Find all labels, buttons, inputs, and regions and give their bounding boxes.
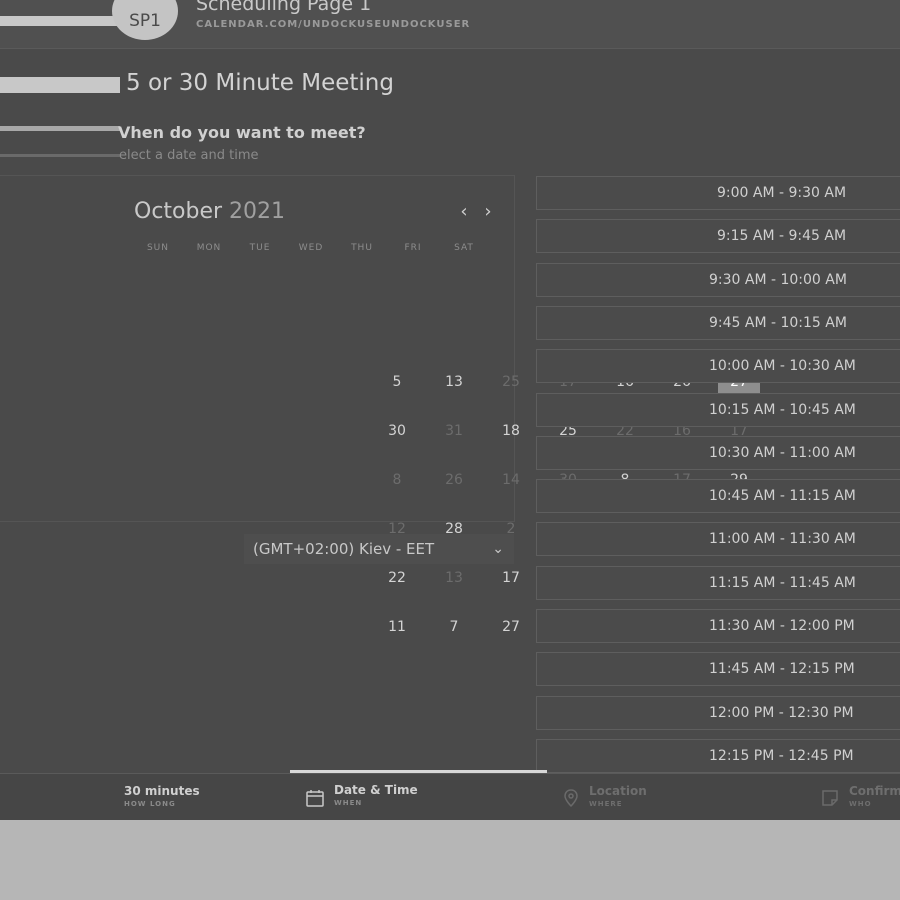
weekday-label: FRI [404,243,422,253]
calendar-day[interactable]: 7 [433,609,475,645]
month-name: October [134,199,223,224]
weekday-label: SAT [454,243,474,253]
time-slot-button[interactable]: 12:15 PM - 12:45 PM [536,739,900,773]
time-slot-button[interactable]: 9:15 AM - 9:45 AM [536,219,900,253]
calendar-day: 26 [445,472,463,488]
chevron-left-icon: ‹ [460,201,468,222]
time-slot-button[interactable]: 9:45 AM - 10:15 AM [536,306,900,340]
calendar-day[interactable]: 18 [490,413,532,449]
calendar-day[interactable]: 11 [376,609,418,645]
note-icon [822,790,838,806]
calendar-day: 13 [445,570,463,586]
step-sublabel: WHO [849,800,872,808]
calendar-icon [306,790,324,807]
step-date-time[interactable]: Date & Time WHEN [334,783,418,807]
month-label: October 2021 [134,199,285,224]
calendar-day: 14 [502,472,520,488]
time-slot-button[interactable]: 11:45 AM - 12:15 PM [536,652,900,686]
chevron-right-icon: › [484,201,492,222]
step-label: Location [589,784,647,798]
time-slot-button[interactable]: 9:00 AM - 9:30 AM [536,176,900,210]
time-slot-button[interactable]: 11:00 AM - 11:30 AM [536,522,900,556]
page-title: Scheduling Page 1 [196,0,372,15]
next-month-button[interactable]: › [479,200,497,224]
location-pin-icon [564,789,578,808]
steps-nav: 30 minutes HOW LONG Date & Time WHEN Loc… [0,773,900,820]
timezone-value: (GMT+02:00) Kiev - EET [253,540,435,558]
calendar-day: 25 [502,374,520,390]
calendar-day[interactable]: 27 [490,609,532,645]
avatar[interactable]: SP1 [112,0,178,40]
calendar-day[interactable]: 13 [433,364,475,400]
chevron-down-icon: ⌄ [492,541,504,557]
decoration-line [0,126,120,131]
meeting-subtitle: elect a date and time [119,148,259,163]
step-label: Date & Time [334,783,418,797]
step-location[interactable]: Location WHERE [589,784,647,808]
weekday-label: WED [298,243,324,253]
app-window: SP1 Scheduling Page 1 CALENDAR.COM/UNDOC… [0,0,900,820]
step-confirm[interactable]: Confirm WHO [849,784,900,808]
calendar-day[interactable]: 17 [490,560,532,596]
calendar-day[interactable]: 22 [376,560,418,596]
header: SP1 Scheduling Page 1 CALENDAR.COM/UNDOC… [0,0,900,49]
weekday-label: SUN [146,243,170,253]
step-label: Confirm [849,784,900,798]
decoration-line [0,154,120,157]
decoration-line [0,77,120,93]
step-sublabel: WHERE [589,800,623,808]
calendar-day: 31 [445,423,463,439]
time-slot-button[interactable]: 10:30 AM - 11:00 AM [536,436,900,470]
header-decoration-bar [0,16,122,26]
time-slot-button[interactable]: 10:45 AM - 11:15 AM [536,479,900,513]
prev-month-button[interactable]: ‹ [455,200,473,224]
step-sublabel: HOW LONG [124,800,176,808]
page-url[interactable]: CALENDAR.COM/UNDOCKUSEUNDOCKUSER [196,19,470,30]
weekday-label: MON [196,243,222,253]
time-slot-button[interactable]: 10:15 AM - 10:45 AM [536,393,900,427]
timezone-select[interactable]: (GMT+02:00) Kiev - EET ⌄ [244,534,514,564]
weekday-label: TUE [249,243,271,253]
calendar-day[interactable]: 5 [376,364,418,400]
time-slot-button[interactable]: 9:30 AM - 10:00 AM [536,263,900,297]
time-slot-button[interactable]: 10:00 AM - 10:30 AM [536,349,900,383]
calendar-day[interactable]: 30 [376,413,418,449]
year: 2021 [229,199,286,224]
meeting-title: 5 or 30 Minute Meeting [126,70,394,96]
step-duration[interactable]: 30 minutes HOW LONG [124,784,200,808]
step-label: 30 minutes [124,784,200,798]
calendar-day: 8 [392,472,402,488]
meeting-question: Vhen do you want to meet? [118,123,366,142]
time-slot-button[interactable]: 11:30 AM - 12:00 PM [536,609,900,643]
weekday-label: THU [351,243,373,253]
time-slot-button[interactable]: 12:00 PM - 12:30 PM [536,696,900,730]
time-slot-button[interactable]: 11:15 AM - 11:45 AM [536,566,900,600]
step-sublabel: WHEN [334,799,363,807]
